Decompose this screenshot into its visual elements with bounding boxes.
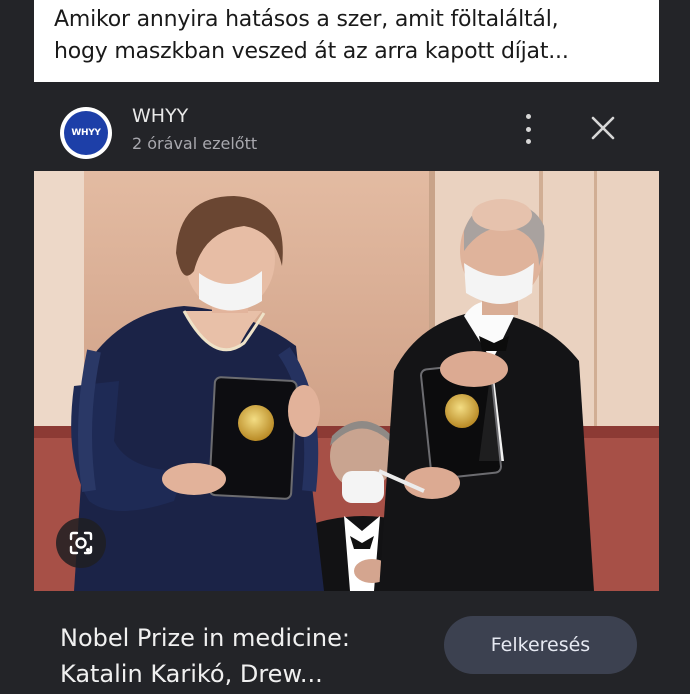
search-button[interactable]: Felkeresés xyxy=(444,616,637,674)
source-logo[interactable]: WHYY xyxy=(60,107,112,159)
caption-line-2: hogy maszkban veszed át az arra kapott d… xyxy=(54,39,569,64)
post-caption: Amikor annyira hatásos a szer, amit fölt… xyxy=(34,0,659,82)
close-icon[interactable] xyxy=(590,115,616,141)
news-card-header: WHYY WHYY 2 órával ezelőtt xyxy=(34,97,659,163)
news-photo[interactable] xyxy=(34,171,659,591)
source-logo-text: WHYY xyxy=(64,111,108,155)
source-name[interactable]: WHYY xyxy=(132,105,188,127)
headline-line-1: Nobel Prize in medicine: xyxy=(60,624,350,652)
timestamp: 2 órával ezelőtt xyxy=(132,134,258,153)
more-vert-icon[interactable] xyxy=(518,114,538,144)
news-headline[interactable]: Nobel Prize in medicine: Katalin Karikó,… xyxy=(60,620,430,692)
lens-icon[interactable] xyxy=(56,518,106,568)
headline-line-2: Katalin Karikó, Drew... xyxy=(60,660,323,688)
caption-line-1: Amikor annyira hatásos a szer, amit fölt… xyxy=(54,7,559,32)
nobel-ceremony-photo xyxy=(34,171,659,591)
